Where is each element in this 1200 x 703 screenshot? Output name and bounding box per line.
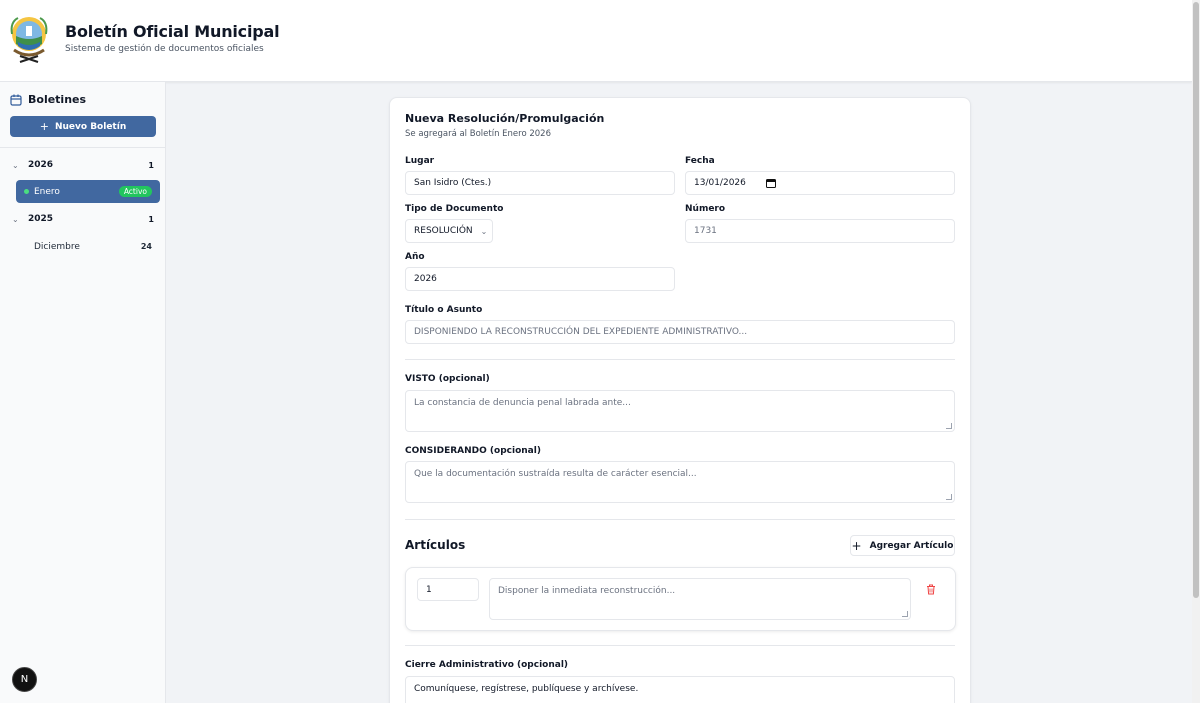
- tree-month-diciembre[interactable]: Diciembre 24: [16, 235, 160, 258]
- numero-label: Número: [685, 204, 726, 214]
- app-title: Boletín Oficial Municipal: [65, 22, 280, 41]
- visto-label: VISTO (opcional): [405, 374, 490, 384]
- fecha-input[interactable]: 13/01/2026: [685, 171, 955, 195]
- month-count: 24: [140, 242, 152, 251]
- section-divider: [405, 519, 955, 520]
- tipo-value: RESOLUCIÓN: [414, 226, 473, 236]
- tipo-label: Tipo de Documento: [405, 204, 504, 214]
- tree-year-2025[interactable]: ⌄ 2025 1: [12, 209, 154, 229]
- anio-input[interactable]: 2026: [405, 267, 675, 291]
- page-scrollbar-thumb[interactable]: [1193, 2, 1199, 598]
- cierre-textarea[interactable]: Comuníquese, regístrese, publíquese y ar…: [405, 676, 955, 703]
- visto-placeholder: La constancia de denuncia penal labrada …: [414, 398, 631, 408]
- tipo-select[interactable]: RESOLUCIÓN ⌄: [405, 219, 493, 243]
- lugar-input[interactable]: San Isidro (Ctes.): [405, 171, 675, 195]
- article-text-textarea[interactable]: Disponer la inmediata reconstrucción...: [489, 578, 911, 620]
- add-article-button[interactable]: + Agregar Artículo: [850, 535, 955, 556]
- tree-month-enero[interactable]: Enero Activo: [16, 180, 160, 203]
- resize-handle-icon[interactable]: [946, 494, 952, 500]
- plus-icon: +: [39, 120, 49, 133]
- sidebar-divider: [0, 147, 165, 148]
- chevron-down-icon: ⌄: [12, 214, 19, 224]
- chevron-down-icon: ⌄: [12, 160, 19, 170]
- resolution-form-card: Nueva Resolución/Promulgación Se agregar…: [389, 97, 971, 703]
- considerando-label: CONSIDERANDO (opcional): [405, 446, 541, 456]
- titulo-label: Título o Asunto: [405, 305, 483, 315]
- form-subtitle: Se agregará al Boletín Enero 2026: [405, 129, 551, 139]
- new-bulletin-label: Nuevo Boletín: [54, 121, 127, 132]
- resize-handle-icon[interactable]: [902, 611, 908, 617]
- plus-icon: +: [851, 538, 862, 553]
- section-divider: [405, 359, 955, 360]
- add-article-label: Agregar Artículo: [869, 540, 954, 551]
- sidebar-heading-label: Boletines: [28, 93, 87, 106]
- tree-year-2026[interactable]: ⌄ 2026 1: [12, 155, 154, 175]
- avatar[interactable]: N: [12, 667, 37, 692]
- resize-handle-icon[interactable]: [946, 423, 952, 429]
- year-count: 1: [148, 214, 154, 224]
- lugar-label: Lugar: [405, 156, 435, 166]
- year-count: 1: [148, 160, 154, 170]
- cierre-label: Cierre Administrativo (opcional): [405, 660, 569, 670]
- section-divider: [405, 645, 955, 646]
- app-header: Boletín Oficial Municipal Sistema de ges…: [0, 0, 1192, 82]
- month-label: Enero: [34, 186, 60, 197]
- trash-icon[interactable]: [926, 584, 936, 595]
- sidebar: Boletines + Nuevo Boletín ⌄ 2026 1 Enero…: [0, 82, 166, 703]
- considerando-placeholder: Que la documentación sustraída resulta d…: [414, 469, 697, 479]
- municipal-coat-of-arms-logo: [10, 17, 48, 63]
- chevron-down-icon: ⌄: [480, 226, 488, 236]
- fecha-label: Fecha: [685, 156, 715, 166]
- numero-input[interactable]: 1731: [685, 219, 955, 243]
- considerando-textarea[interactable]: Que la documentación sustraída resulta d…: [405, 461, 955, 503]
- calendar-icon: [10, 94, 22, 106]
- anio-label: Año: [405, 252, 425, 262]
- visto-textarea[interactable]: La constancia de denuncia penal labrada …: [405, 390, 955, 432]
- article-item: 1 Disponer la inmediata reconstrucción..…: [405, 567, 956, 631]
- status-badge: Activo: [118, 186, 152, 197]
- calendar-picker-icon[interactable]: [765, 178, 776, 188]
- article-placeholder: Disponer la inmediata reconstrucción...: [498, 586, 676, 596]
- year-label: 2025: [28, 214, 54, 224]
- year-label: 2026: [28, 160, 54, 170]
- articulos-title: Artículos: [405, 538, 466, 552]
- month-label: Diciembre: [34, 241, 80, 252]
- new-bulletin-button[interactable]: + Nuevo Boletín: [10, 116, 156, 137]
- cierre-value: Comuníquese, regístrese, publíquese y ar…: [414, 684, 639, 694]
- app-subtitle: Sistema de gestión de documentos oficial…: [65, 44, 264, 54]
- form-title: Nueva Resolución/Promulgación: [405, 112, 605, 125]
- fecha-value: 13/01/2026: [694, 178, 746, 188]
- sidebar-heading: Boletines: [10, 93, 86, 106]
- article-number-input[interactable]: 1: [417, 578, 479, 601]
- active-dot-icon: [24, 189, 29, 194]
- titulo-input[interactable]: DISPONIENDO LA RECONSTRUCCIÓN DEL EXPEDI…: [405, 320, 955, 344]
